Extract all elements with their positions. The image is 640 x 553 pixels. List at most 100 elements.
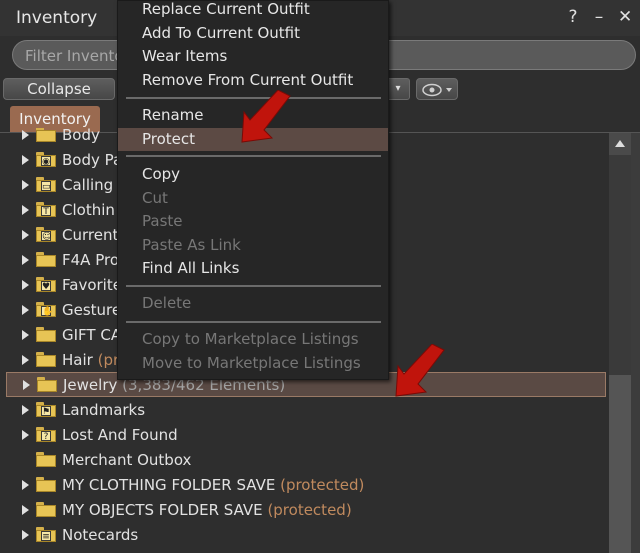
expand-arrow-icon[interactable] xyxy=(22,529,29,540)
menu-item-move-to-marketplace-listings: Move to Marketplace Listings xyxy=(142,353,361,372)
item-name: GIFT CA xyxy=(62,325,122,344)
folder-icon xyxy=(37,377,57,392)
list-item-label: Merchant Outbox xyxy=(62,451,191,469)
list-item-label: MY CLOTHING FOLDER SAVE (protected) xyxy=(62,476,364,494)
help-icon[interactable]: ? xyxy=(566,7,580,27)
expand-arrow-icon[interactable] xyxy=(23,379,30,390)
expand-arrow-icon[interactable] xyxy=(22,179,29,190)
expand-arrow-icon[interactable] xyxy=(22,354,29,365)
expand-arrow-icon[interactable] xyxy=(22,479,29,490)
expand-arrow-icon[interactable] xyxy=(22,429,29,440)
list-item-label: Notecards xyxy=(62,526,138,544)
list-item-label: GIFT CA xyxy=(62,326,121,344)
item-name: Calling xyxy=(62,175,114,194)
menu-item-delete: Delete xyxy=(142,294,192,312)
item-name: Current xyxy=(62,225,119,244)
expand-arrow-icon[interactable] xyxy=(22,404,29,415)
menu-item-replace-current-outfit[interactable]: Replace Current Outfit xyxy=(118,0,388,21)
title-buttons: ? – ✕ xyxy=(566,7,632,27)
menu-item-paste-as-link: Paste As Link xyxy=(142,235,241,254)
expand-arrow-icon[interactable] xyxy=(22,304,29,315)
expand-arrow-icon[interactable] xyxy=(22,329,29,340)
scroll-up-button[interactable] xyxy=(609,133,631,155)
chevron-down-icon: ▾ xyxy=(395,83,401,94)
clothing-folder-icon: T xyxy=(36,202,56,217)
list-item[interactable]: ⚑ Landmarks xyxy=(6,397,606,422)
menu-item-find-all-links[interactable]: Find All Links xyxy=(118,257,388,280)
menu-item-add-to-current-outfit[interactable]: Add To Current Outfit xyxy=(118,22,388,45)
menu-item-cut: Cut xyxy=(142,188,168,207)
menu-item-copy-to-marketplace-listings: Copy to Marketplace Listings xyxy=(142,330,359,348)
item-name: Clothin xyxy=(62,200,115,219)
callingcard-folder-icon: ▭ xyxy=(36,177,56,192)
expand-arrow-icon[interactable] xyxy=(22,229,29,240)
list-item-label: Clothin xyxy=(62,201,115,219)
expand-arrow-icon[interactable] xyxy=(22,154,29,165)
item-name: Lost And Found xyxy=(62,425,178,444)
gesture-folder-icon: ✋ xyxy=(36,302,56,317)
list-item[interactable]: ? Lost And Found xyxy=(6,422,606,447)
list-item[interactable]: MY CLOTHING FOLDER SAVE (protected) xyxy=(6,472,606,497)
current-outfit-folder-icon: ☺ xyxy=(36,227,56,242)
menu-separator xyxy=(126,285,381,287)
notecards-folder-icon: ≡ xyxy=(36,527,56,542)
expand-arrow-icon[interactable] xyxy=(22,504,29,515)
list-item[interactable]: Merchant Outbox xyxy=(6,447,606,472)
item-name: Gesture xyxy=(62,300,122,319)
item-name: Body Pa xyxy=(62,150,123,169)
list-item-label: F4A Pro xyxy=(62,251,119,269)
list-item-label: Current xyxy=(62,226,118,244)
list-item[interactable]: MY OBJECTS FOLDER SAVE (protected) xyxy=(6,497,606,522)
item-name: Body xyxy=(62,128,100,144)
list-item-label: MY OBJECTS FOLDER SAVE (protected) xyxy=(62,501,352,519)
collapse-button[interactable]: Collapse xyxy=(3,78,115,100)
expand-arrow-icon[interactable] xyxy=(22,204,29,215)
scrollbar-thumb[interactable] xyxy=(609,375,631,553)
context-menu: Replace Current Outfit Add To Current Out… xyxy=(117,0,389,380)
lost-and-found-folder-icon: ? xyxy=(36,427,56,442)
list-item-label: Body xyxy=(62,128,100,144)
item-name: Hair xyxy=(62,350,93,369)
item-name: Favorite xyxy=(62,275,122,294)
close-icon[interactable]: ✕ xyxy=(618,7,632,27)
list-item-label: Lost And Found xyxy=(62,426,178,444)
list-item-label: Calling xyxy=(62,176,113,194)
side-panel-edge xyxy=(631,133,640,553)
menu-item-wear-items[interactable]: Wear Items xyxy=(118,45,388,68)
minimize-icon[interactable]: – xyxy=(592,7,606,27)
expand-arrow-icon[interactable] xyxy=(22,254,29,265)
list-item-label: Hair (pr xyxy=(62,351,119,369)
menu-item-remove-from-current-outfit[interactable]: Remove From Current Outfit xyxy=(118,69,388,92)
item-name: F4A Pro xyxy=(62,250,119,269)
filter-placeholder: Filter Invento xyxy=(25,47,124,65)
expand-arrow-icon[interactable] xyxy=(22,129,29,140)
item-name: MY OBJECTS FOLDER SAVE xyxy=(62,500,263,519)
favorites-folder-icon: ♥ xyxy=(36,277,56,292)
annotation-arrow-icon xyxy=(241,90,291,143)
list-item[interactable]: ≡ Notecards xyxy=(6,522,606,547)
item-name: Merchant Outbox xyxy=(62,450,192,469)
list-item-label: Gesture xyxy=(62,301,121,319)
item-name: MY CLOTHING FOLDER SAVE xyxy=(62,475,276,494)
folder-icon xyxy=(36,128,56,142)
annotation-arrow-icon xyxy=(395,344,445,397)
menu-item-copy[interactable]: Copy xyxy=(118,163,388,186)
list-item-label: Favorite xyxy=(62,276,122,294)
item-name: Jewelry xyxy=(63,375,118,394)
item-name: Landmarks xyxy=(62,400,146,419)
item-status: (protected) xyxy=(267,500,352,519)
inventory-window: Inventory ? – ✕ Filter Invento Collapse … xyxy=(0,0,640,553)
item-name: Notecards xyxy=(62,525,139,544)
menu-separator xyxy=(126,155,381,157)
list-item-label: Landmarks xyxy=(62,401,145,419)
eye-icon xyxy=(422,83,452,97)
folder-icon xyxy=(36,352,56,367)
item-status: (protected) xyxy=(280,475,365,494)
list-item-label: Body Pa xyxy=(62,151,122,169)
folder-icon xyxy=(36,252,56,267)
view-options-dropdown[interactable] xyxy=(416,78,458,100)
menu-separator xyxy=(126,321,381,323)
expand-arrow-icon[interactable] xyxy=(22,279,29,290)
options-dropdown-button[interactable]: ▾ xyxy=(386,78,410,100)
folder-icon xyxy=(36,327,56,342)
